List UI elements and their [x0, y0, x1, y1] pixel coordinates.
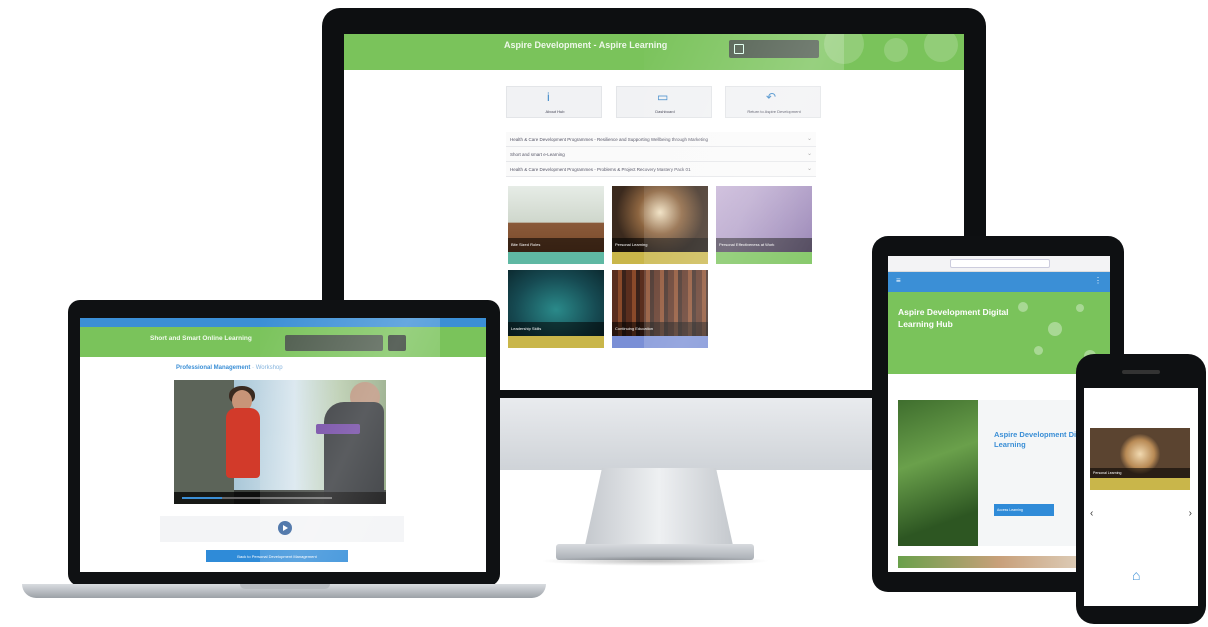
card-caption: Personal Effectiveness at Work	[716, 238, 812, 252]
laptop-top-bar	[80, 318, 486, 327]
calendar-icon	[734, 44, 744, 54]
hero-dot-decoration	[1076, 304, 1084, 312]
monitor-stand-neck	[584, 468, 734, 550]
course-card-grid: Bite Sized Roles Personal Learning Perso…	[508, 186, 818, 354]
hero-title: Aspire Development Digital Learning Hub	[898, 307, 1009, 329]
card-caption: Personal Learning	[612, 238, 708, 252]
quick-link-tiles: i About Hub ▭ Dashboard ↶ Return to Aspi…	[506, 86, 821, 118]
course-card[interactable]: Personal Learning	[1090, 428, 1190, 490]
tablet-banner: Aspire Development Digital Learning Acce…	[898, 400, 1100, 546]
list-item-label: Health & Care Development Programmes - P…	[510, 167, 691, 172]
tile-about-hub[interactable]: i About Hub	[506, 86, 602, 118]
laptop-notch	[240, 584, 330, 589]
header-bubble-decoration	[824, 34, 864, 64]
video-controls[interactable]	[174, 492, 386, 504]
laptop: Short and Smart Online Learning Professi…	[68, 300, 500, 586]
chevron-down-icon: ⌄	[806, 151, 812, 157]
login-panel[interactable]	[285, 335, 383, 351]
card-caption: Leadership Skills	[508, 322, 604, 336]
info-icon: i	[547, 90, 550, 104]
breadcrumb-sub: · Workshop	[252, 365, 283, 371]
tile-dashboard[interactable]: ▭ Dashboard	[616, 86, 712, 118]
tile-return[interactable]: ↶ Return to Aspire Development	[725, 86, 821, 118]
course-card[interactable]: Continuing Education	[612, 270, 708, 350]
card-caption: Personal Learning	[1090, 468, 1190, 478]
breadcrumb: Professional Management · Workshop	[176, 365, 283, 371]
tablet-footer-image-strip	[898, 556, 1100, 568]
card-caption: Continuing Education	[612, 322, 708, 336]
video-overlay-badge	[316, 424, 360, 434]
list-item[interactable]: Short and smart e-Learning ⌄	[506, 147, 816, 162]
hero-dot-decoration	[1034, 346, 1043, 355]
chevron-left-icon[interactable]: ‹	[1090, 508, 1093, 519]
home-icon[interactable]: ⌂	[1132, 568, 1140, 582]
browser-address-bar	[888, 256, 1110, 272]
list-item[interactable]: Health & Care Development Programmes - P…	[506, 162, 816, 177]
video-person-man	[324, 402, 384, 504]
card-footer-bar	[716, 252, 812, 264]
back-button[interactable]: Back to Personal Development Management	[206, 550, 348, 562]
course-card[interactable]: Bite Sized Roles	[508, 186, 604, 266]
card-caption: Bite Sized Roles	[508, 238, 604, 252]
monitor-shadow	[540, 556, 770, 566]
list-item-label: Short and smart e-Learning	[510, 152, 565, 157]
chevron-down-icon: ⌄	[806, 136, 812, 142]
tablet-nav-bar: ≡ ⋮	[888, 272, 1110, 292]
phone-screen: Personal Learning ‹ › ⌂	[1084, 388, 1198, 606]
laptop-screen: Short and Smart Online Learning Professi…	[80, 318, 486, 572]
tablet-hero: Aspire Development Digital Learning Hub	[888, 292, 1110, 374]
video-player[interactable]	[174, 380, 386, 504]
responsive-device-mockup: Aspire Development - Aspire Learning i A…	[0, 0, 1208, 627]
video-progress-fill	[182, 497, 222, 499]
card-footer-bar	[612, 336, 708, 348]
laptop-header-title: Short and Smart Online Learning	[150, 335, 252, 342]
url-input[interactable]	[950, 259, 1050, 268]
video-scene-wall	[174, 380, 234, 504]
card-footer-bar	[508, 336, 604, 348]
hero-dot-decoration	[1018, 302, 1028, 312]
login-button[interactable]	[388, 335, 406, 351]
laptop-site-header: Short and Smart Online Learning	[80, 327, 486, 357]
video-person-woman	[226, 408, 260, 478]
card-footer-bar	[508, 252, 604, 264]
breadcrumb-main: Professional Management	[176, 365, 251, 371]
more-icon[interactable]: ⋮	[1094, 277, 1102, 285]
audio-player-bar	[160, 516, 404, 542]
play-icon[interactable]	[278, 521, 292, 535]
header-bubble-decoration	[884, 38, 908, 62]
chevron-down-icon: ⌄	[806, 166, 812, 172]
monitor-icon: ▭	[657, 90, 669, 104]
list-item[interactable]: Health & Care Development Programmes - R…	[506, 132, 816, 147]
menu-icon[interactable]: ≡	[896, 277, 901, 285]
access-learning-button[interactable]: Access Learning	[994, 504, 1054, 516]
card-footer-bar	[1090, 478, 1190, 490]
course-card[interactable]: Personal Effectiveness at Work	[716, 186, 812, 266]
phone-speaker	[1122, 370, 1160, 374]
chevron-right-icon[interactable]: ›	[1189, 508, 1192, 519]
plant-image	[898, 400, 978, 546]
list-item-label: Health & Care Development Programmes - R…	[510, 137, 709, 142]
return-arrow-icon: ↶	[766, 90, 777, 104]
course-card[interactable]: Personal Learning	[612, 186, 708, 266]
site-title: Aspire Development - Aspire Learning	[504, 40, 668, 50]
smartphone: Personal Learning ‹ › ⌂	[1076, 354, 1206, 624]
tile-label: About Hub	[545, 109, 565, 114]
hero-dot-decoration	[1048, 322, 1062, 336]
login-panel[interactable]	[729, 40, 819, 58]
tile-label: Dashboard	[655, 109, 675, 114]
course-list: Health & Care Development Programmes - R…	[506, 132, 816, 177]
course-card[interactable]: Leadership Skills	[508, 270, 604, 350]
desktop-site-header: Aspire Development - Aspire Learning	[344, 34, 964, 70]
card-footer-bar	[612, 252, 708, 264]
tile-label: Return to Aspire Development	[747, 109, 801, 114]
header-bubble-decoration	[924, 34, 958, 62]
carousel-controls: ‹ ›	[1090, 508, 1192, 520]
